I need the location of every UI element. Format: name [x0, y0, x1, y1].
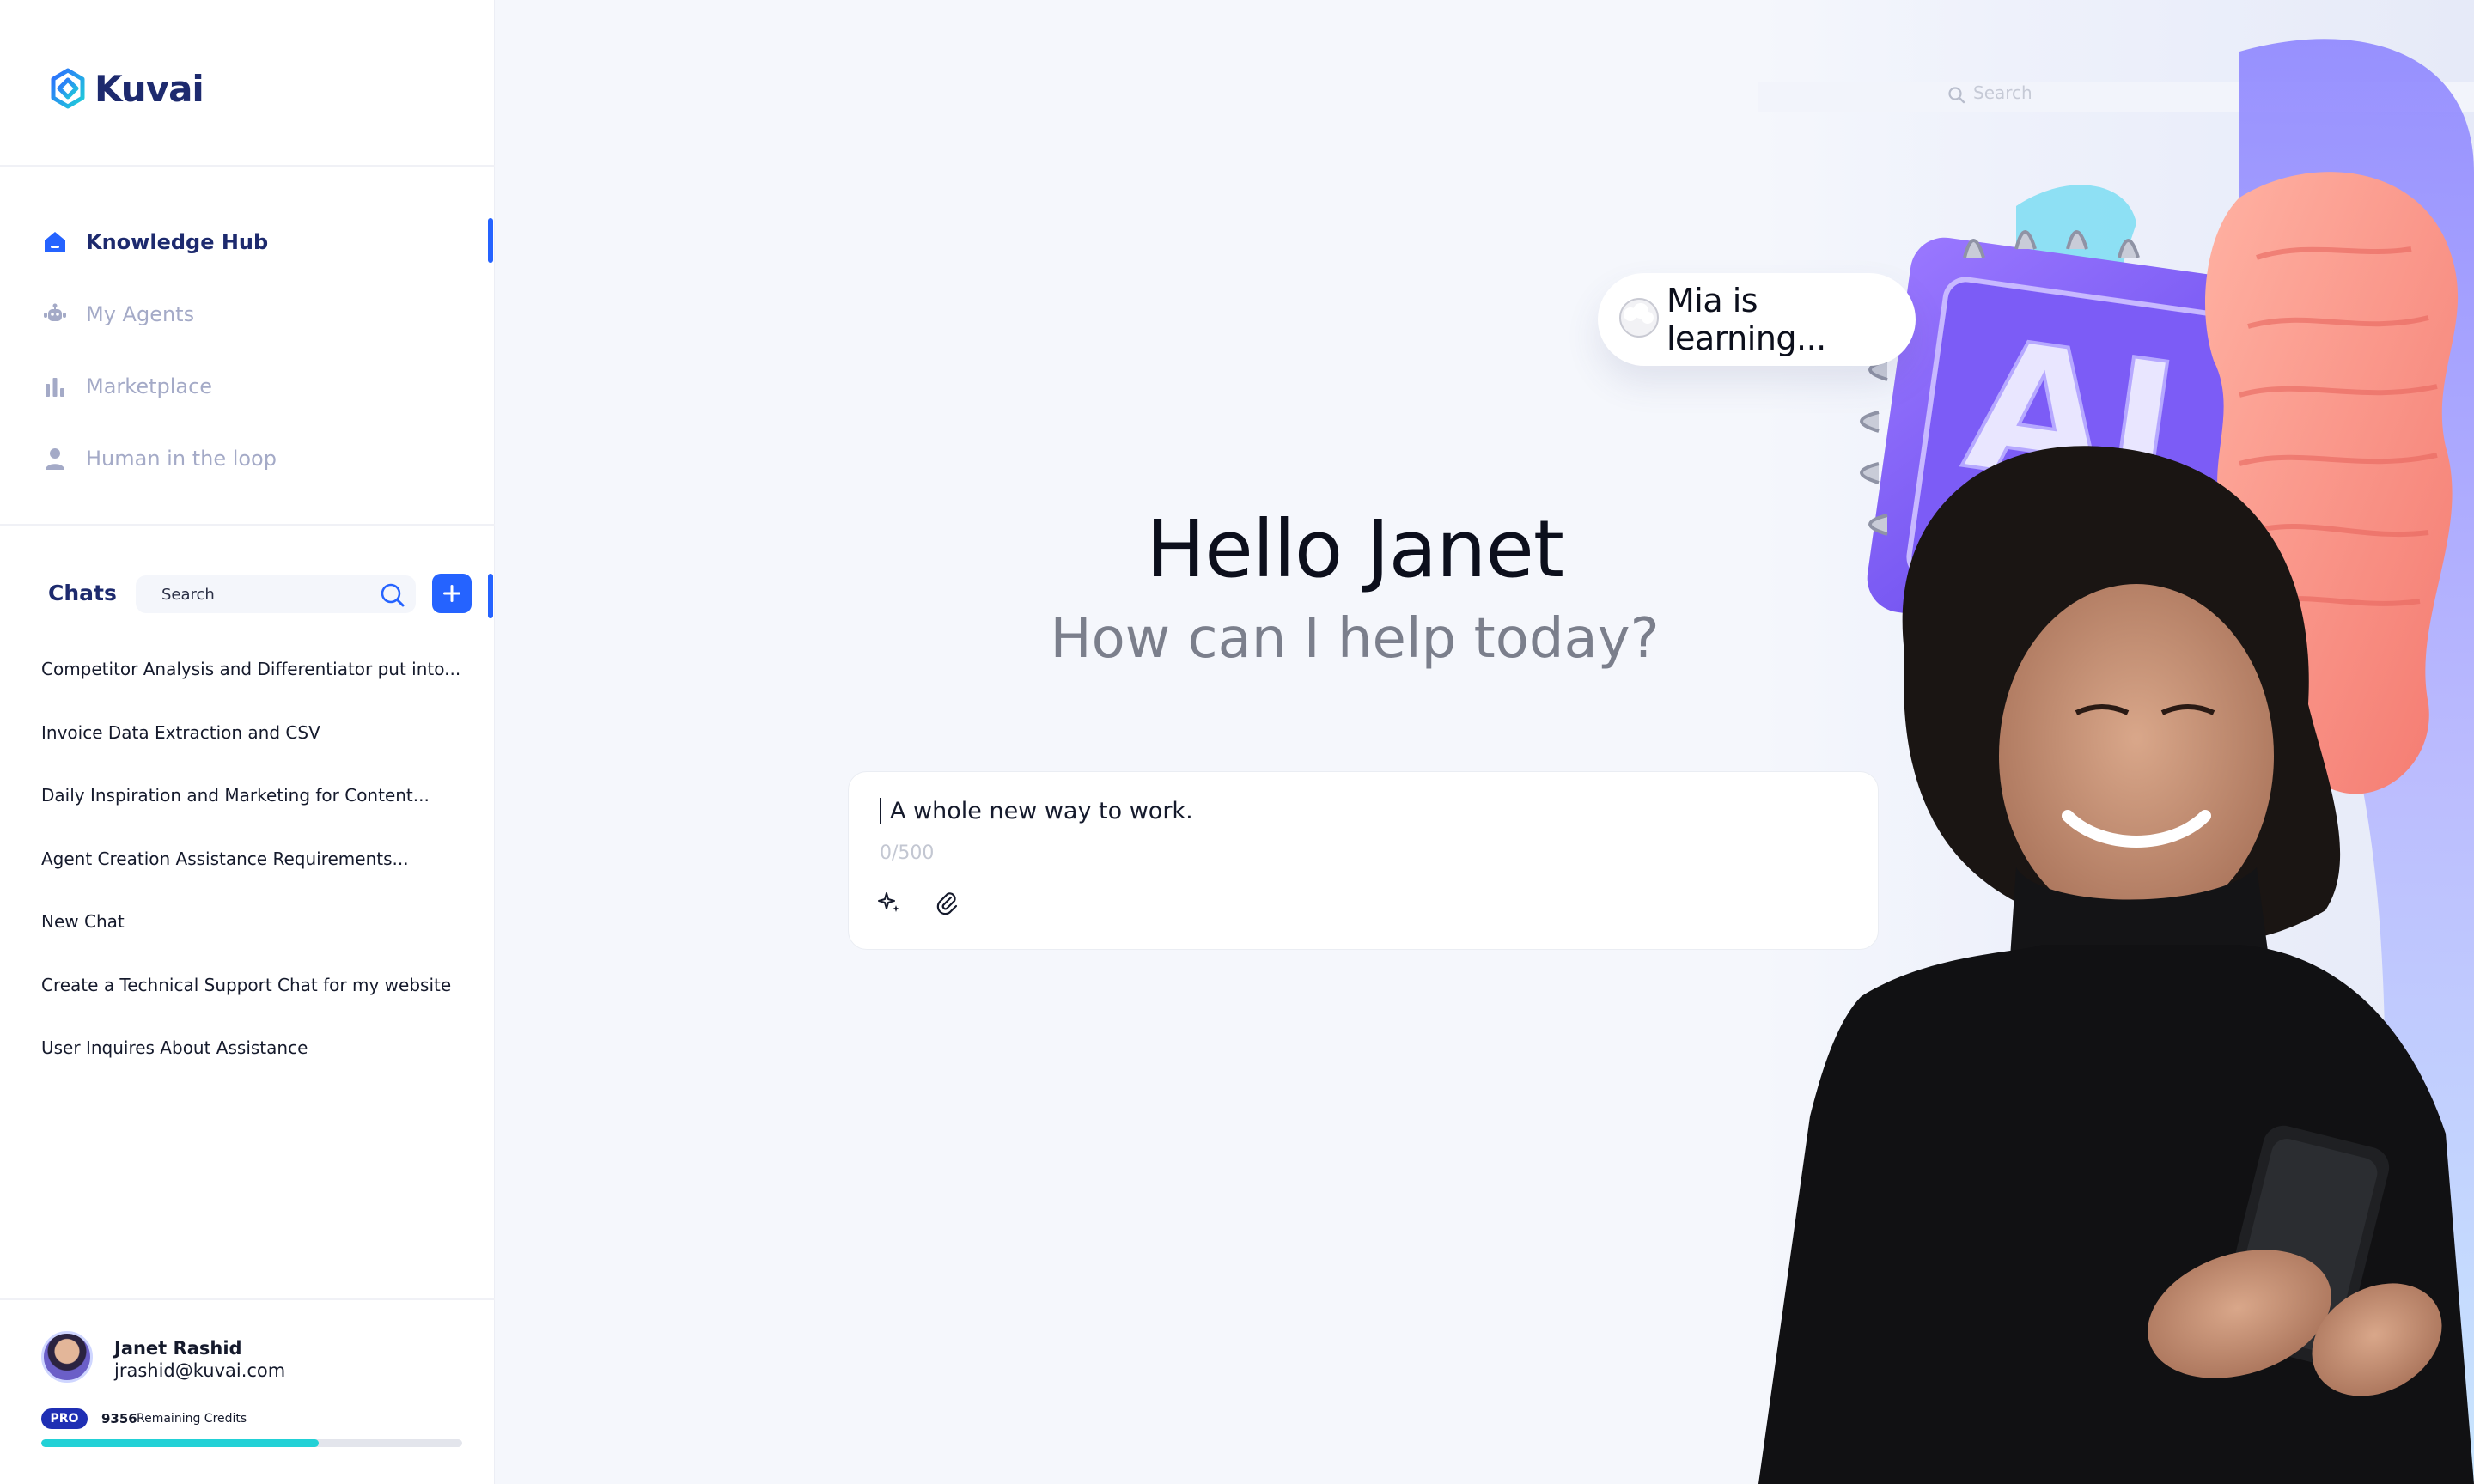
chat-item[interactable]: Create a Technical Support Chat for my w…	[41, 974, 471, 1037]
divider	[0, 1298, 495, 1300]
avatar	[41, 1331, 93, 1383]
brand-name: Kuvai	[94, 67, 204, 110]
divider	[0, 165, 495, 167]
status-bubble: Mia is learning...	[1598, 273, 1916, 366]
user-name: Janet Rashid	[114, 1338, 242, 1359]
search-icon[interactable]	[380, 582, 405, 608]
char-count: 0/500	[880, 842, 935, 864]
user-email: jrashid@kuvai.com	[114, 1360, 286, 1381]
nav-item-my-agents[interactable]: My Agents	[0, 278, 495, 350]
main-area: AI Search Mia is learning... Hello Janet…	[496, 0, 2474, 1484]
kuvai-logo-icon	[51, 68, 85, 109]
nav-label: My Agents	[86, 302, 195, 326]
nav-item-knowledge-hub[interactable]: Knowledge Hub	[0, 206, 495, 278]
chat-item[interactable]: Invoice Data Extraction and CSV	[41, 721, 471, 785]
prompt-input[interactable]: A whole new way to work.	[880, 798, 1193, 824]
plan-badge: PRO	[41, 1408, 88, 1429]
attach-button[interactable]	[931, 887, 962, 918]
bar-chart-icon	[41, 373, 69, 400]
new-chat-button[interactable]	[432, 574, 472, 613]
nav-item-human-in-the-loop[interactable]: Human in the loop	[0, 423, 495, 495]
greeting-title: Hello Janet	[1146, 503, 1564, 595]
credits-count: 9356	[101, 1411, 137, 1426]
nav-label: Human in the loop	[86, 447, 277, 471]
robot-icon	[41, 301, 69, 328]
chats-title: Chats	[48, 581, 117, 605]
credits-panel: PRO 9356 Remaining Credits	[41, 1408, 471, 1447]
prompt-composer[interactable]: A whole new way to work. 0/500	[848, 771, 1879, 950]
nav-item-marketplace[interactable]: Marketplace	[0, 350, 495, 423]
chat-item[interactable]: New Chat	[41, 910, 471, 974]
greeting-block: Hello Janet How can I help today?	[1050, 503, 1659, 671]
search-icon	[1948, 87, 1965, 104]
chat-item[interactable]: Daily Inspiration and Marketing for Cont…	[41, 784, 471, 848]
hero-illustration: AI	[1758, 0, 2474, 1484]
home-icon	[41, 228, 69, 256]
sidebar: Kuvai Knowledge Hub My Agents Marketplac…	[0, 0, 495, 1484]
chat-item[interactable]: User Inquires About Assistance	[41, 1037, 471, 1100]
hero-search: Search	[1939, 79, 2111, 108]
chat-list: Competitor Analysis and Differentiator p…	[41, 658, 471, 1100]
chat-search	[136, 575, 416, 613]
credits-progress-bar	[41, 1439, 462, 1447]
status-text: Mia is learning...	[1667, 282, 1826, 357]
credits-progress-fill	[41, 1439, 320, 1447]
paperclip-icon	[936, 892, 958, 915]
chats-header: Chats	[0, 570, 495, 618]
nav-label: Marketplace	[86, 374, 213, 398]
greeting-subtitle: How can I help today?	[1050, 607, 1660, 671]
divider	[0, 524, 495, 526]
hero-search-placeholder: Search	[1973, 82, 2032, 103]
active-indicator	[488, 574, 493, 618]
credits-label: Remaining Credits	[137, 1412, 247, 1426]
chat-search-input[interactable]	[161, 575, 368, 613]
sparkles-icon	[878, 892, 899, 912]
user-profile[interactable]: Janet Rashid jrashid@kuvai.com	[41, 1331, 471, 1391]
nav-label: Knowledge Hub	[86, 230, 269, 254]
magic-sparkles-button[interactable]	[874, 887, 905, 918]
chat-item[interactable]: Competitor Analysis and Differentiator p…	[41, 658, 471, 721]
person-icon	[41, 445, 69, 472]
text-caret	[880, 798, 881, 824]
prompt-text: A whole new way to work.	[890, 798, 1193, 824]
brand-logo[interactable]: Kuvai	[46, 67, 204, 110]
plus-icon	[443, 585, 460, 602]
thought-cloud-icon	[1619, 298, 1659, 338]
chat-item[interactable]: Agent Creation Assistance Requirements..…	[41, 848, 471, 911]
main-nav: Knowledge Hub My Agents Marketplace Huma…	[0, 206, 495, 495]
